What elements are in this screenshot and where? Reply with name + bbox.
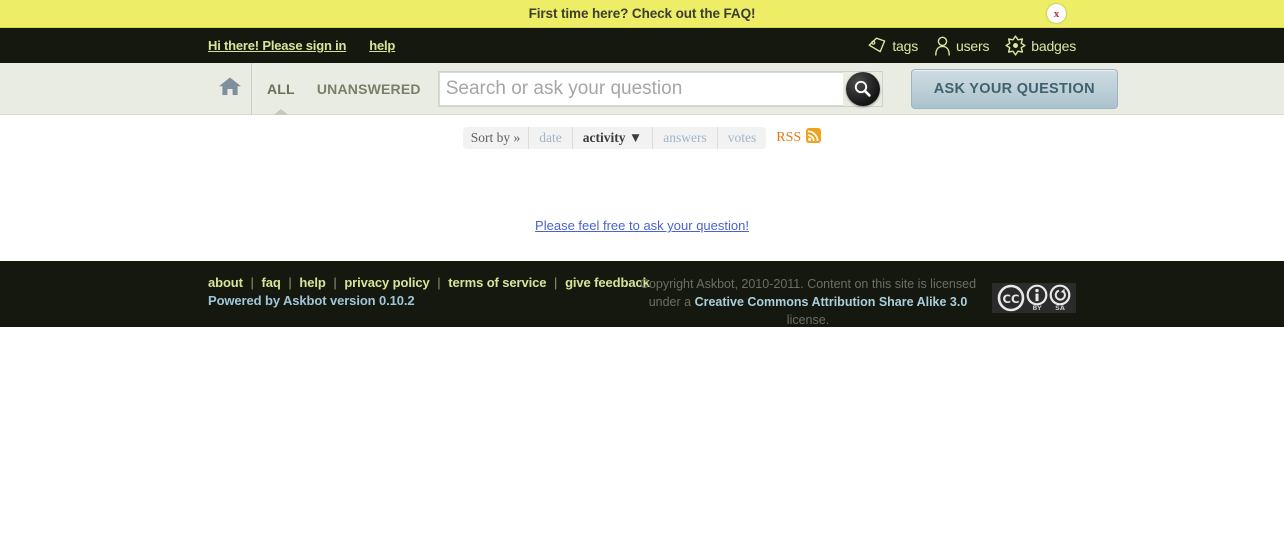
magnifier-icon[interactable]	[845, 71, 880, 106]
footer-link-about[interactable]: about	[208, 275, 243, 290]
sign-in-link[interactable]: Hi there! Please sign in	[208, 38, 346, 53]
sort-bar: Sort by » date activity ▼ answers votes …	[0, 127, 1284, 149]
rss-link[interactable]: RSS	[776, 128, 822, 148]
nav-item-tags-label: tags	[892, 37, 919, 54]
footer-link-terms-of-service[interactable]: terms of service	[448, 275, 546, 290]
footer-separator: |	[288, 275, 292, 290]
user-icon	[934, 36, 951, 56]
footer-link-privacy-policy[interactable]: privacy policy	[344, 275, 429, 290]
footer-separator: |	[333, 275, 337, 290]
footer-separator: |	[554, 275, 558, 290]
badge-icon	[1005, 35, 1026, 56]
nav-item-badges-label: badges	[1031, 37, 1076, 54]
sa-label: SA	[1055, 304, 1065, 312]
sort-option-activity[interactable]: activity ▼	[573, 127, 654, 149]
sort-option-date[interactable]: date	[529, 127, 573, 149]
home-icon	[218, 75, 242, 102]
tag-icon	[867, 36, 887, 55]
close-icon[interactable]: x	[1047, 4, 1066, 23]
help-link[interactable]: help	[369, 38, 395, 53]
nav-item-badges[interactable]: badges	[1005, 35, 1076, 56]
nav-item-users[interactable]: users	[934, 36, 989, 56]
nav-item-tags[interactable]: tags	[867, 36, 918, 55]
top-nav-right-links: tags users badges	[867, 35, 1076, 56]
top-nav-left-links: Hi there! Please sign in help	[208, 38, 395, 53]
nav-item-users-label: users	[956, 37, 990, 54]
empty-state-message: Please feel free to ask your question!	[0, 217, 1284, 235]
main-content: Sort by » date activity ▼ answers votes …	[0, 115, 1284, 261]
sort-by-label: Sort by »	[463, 127, 530, 149]
cc-label: CC	[1003, 292, 1020, 306]
copyright-suffix: license.	[786, 313, 830, 327]
powered-by-label: Powered by Askbot version 0.10.2	[208, 293, 415, 308]
footer-links: about | faq | help | privacy policy | te…	[208, 275, 650, 290]
page-footer: about | faq | help | privacy policy | te…	[0, 261, 1284, 327]
tab-all[interactable]: ALL	[264, 81, 298, 97]
footer-separator: |	[437, 275, 441, 290]
notification-banner: First time here? Check out the FAQ! x	[0, 0, 1284, 28]
home-button[interactable]	[208, 62, 252, 115]
ask-your-question-button[interactable]: ASK YOUR QUESTION	[910, 68, 1118, 109]
tab-unanswered[interactable]: UNANSWERED	[314, 81, 424, 97]
search-input[interactable]	[438, 71, 843, 106]
rss-icon	[806, 128, 822, 148]
footer-separator: |	[250, 275, 254, 290]
cc-license-badge[interactable]: CC BY SA	[992, 283, 1076, 318]
sort-option-votes[interactable]: votes	[718, 127, 767, 149]
banner-message: First time here? Check out the FAQ!	[528, 6, 756, 21]
by-label: BY	[1032, 304, 1042, 312]
copyright-text: Copyright Askbot, 2010-2011. Content on …	[628, 275, 988, 329]
scope-tabs: ALL UNANSWERED	[252, 63, 424, 115]
search-toolbar: ALL UNANSWERED ASK YOUR QUESTION	[0, 62, 1284, 115]
sort-option-answers[interactable]: answers	[653, 127, 718, 149]
search-field-group	[437, 70, 883, 107]
rss-label: RSS	[776, 130, 802, 145]
license-link[interactable]: Creative Commons Attribution Share Alike…	[695, 295, 968, 309]
top-navigation-bar: Hi there! Please sign in help tags users	[0, 28, 1284, 63]
footer-link-faq[interactable]: faq	[262, 275, 281, 290]
sort-options-group: Sort by » date activity ▼ answers votes	[462, 127, 767, 149]
footer-link-help[interactable]: help	[299, 275, 325, 290]
ask-question-link[interactable]: Please feel free to ask your question!	[535, 218, 749, 233]
